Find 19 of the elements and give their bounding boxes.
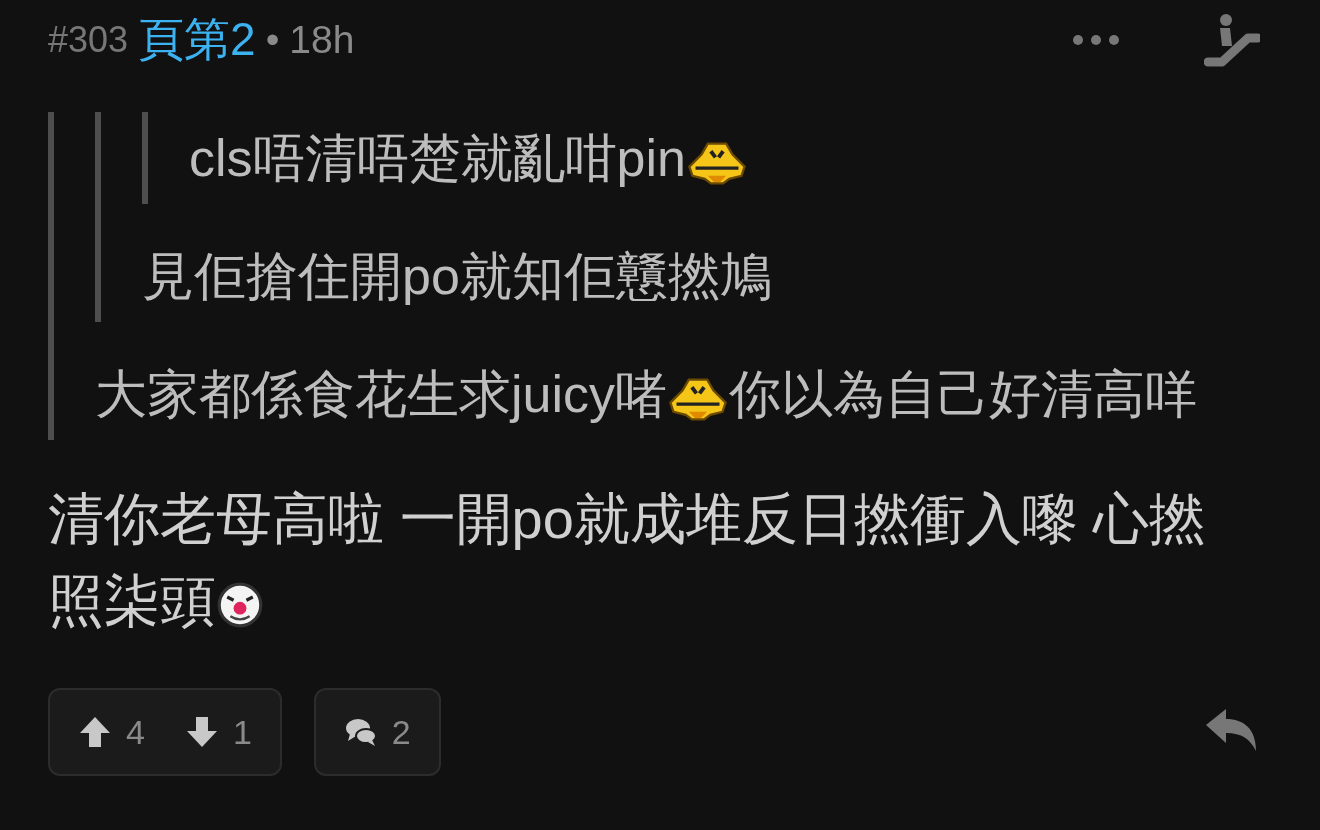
escalator-icon[interactable]	[1204, 12, 1260, 68]
grin-emoji-icon	[685, 139, 748, 186]
comment-text: 照柒頭	[48, 569, 216, 632]
replies-button[interactable]: 2	[313, 688, 441, 776]
post-number: #303	[48, 19, 129, 61]
upvote-button[interactable]: 4	[68, 712, 155, 752]
comment-text: 見佢搶住開po就知佢戇撚鳩	[142, 247, 772, 305]
down-arrow-icon	[184, 715, 219, 749]
clown-face-icon	[216, 581, 264, 630]
comment-text: 清你老母高啦 一開po就成堆反日撚衝入嚟 心撚	[48, 487, 1206, 550]
up-arrow-icon	[78, 715, 112, 749]
comment-text: 大家都係食花生求juicy啫	[95, 365, 668, 423]
post-time: 18h	[289, 18, 355, 62]
comment-text: 你以為自己好清高咩	[729, 365, 1198, 423]
downvote-button[interactable]: 1	[174, 712, 262, 752]
grin-emoji-icon	[667, 375, 730, 422]
comment-text: cls唔清唔楚就亂咁pin	[189, 129, 686, 187]
separator-dot: •	[265, 18, 280, 62]
author-name[interactable]: 頁第2	[138, 9, 256, 71]
